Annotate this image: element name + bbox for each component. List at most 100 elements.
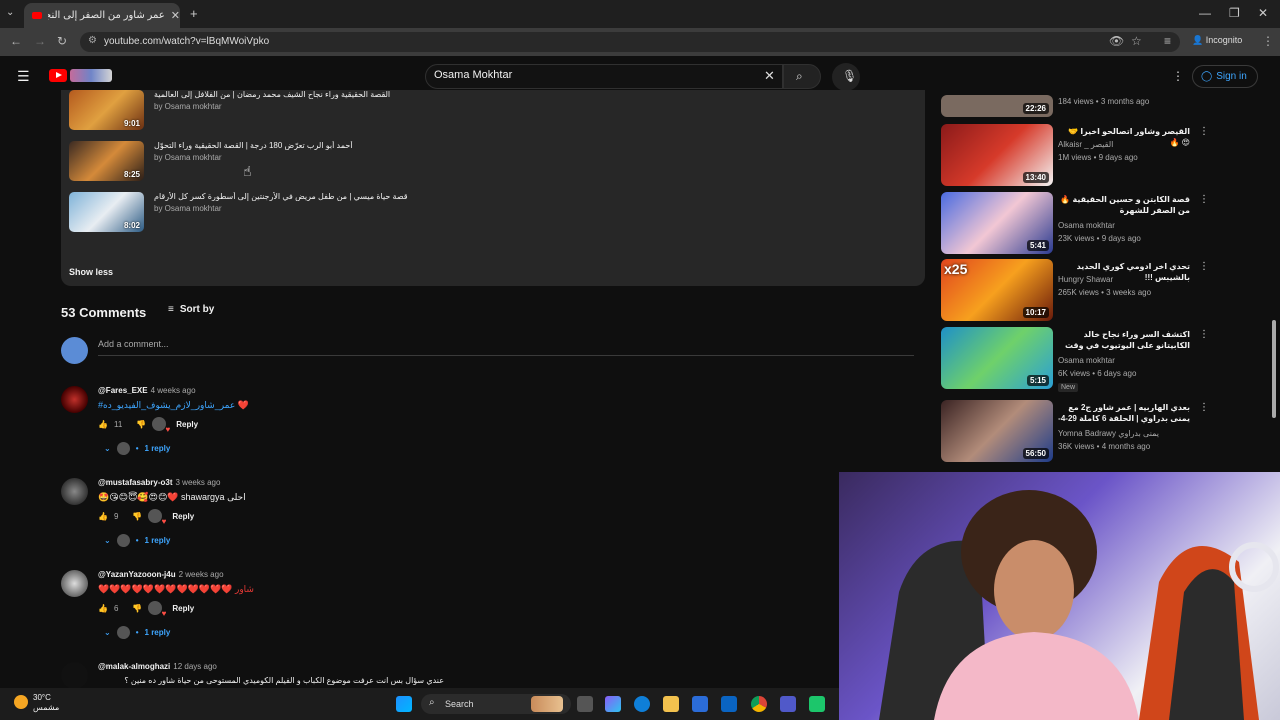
task-view-icon[interactable] <box>577 696 593 712</box>
reload-icon[interactable]: ↻ <box>57 34 67 48</box>
more-options-icon[interactable]: ⋮ <box>1199 194 1209 205</box>
file-explorer-icon[interactable] <box>663 696 679 712</box>
add-comment-input[interactable]: Add a comment... <box>98 339 914 356</box>
search-button[interactable]: ⌕ <box>783 64 821 89</box>
app-icon[interactable] <box>809 696 825 712</box>
media-controls-icon[interactable]: ≡ <box>1164 34 1171 48</box>
view-replies-button[interactable]: ⌄ • 1 reply <box>104 534 170 547</box>
teams-icon[interactable] <box>780 696 796 712</box>
store-icon[interactable] <box>692 696 708 712</box>
dislike-icon[interactable]: 👎 <box>132 604 142 613</box>
comment-author[interactable]: @Fares_EXE <box>98 386 148 395</box>
copilot-icon[interactable] <box>605 696 621 712</box>
video-title[interactable]: أحمد أبو الرب تعرّض 180 درجة | القصة الح… <box>154 141 514 150</box>
recommended-video-item[interactable]: x25 10:17 تحدي اخر ادومي كوري الحديد بال… <box>941 259 1221 321</box>
comment-time[interactable]: 4 weeks ago <box>151 386 196 395</box>
dislike-icon[interactable]: 👎 <box>136 420 146 429</box>
video-channel[interactable]: by Osama mokhtar <box>154 204 222 213</box>
comment-time[interactable]: 12 days ago <box>173 662 217 671</box>
recommended-video-item[interactable]: 5:41 قصة الكابتن و حسين الحقيقية 🔥 من ال… <box>941 192 1221 254</box>
video-title[interactable]: القصة الحقيقية وراء نجاح الشيف محمد رمضا… <box>154 90 514 99</box>
restore-icon[interactable]: ❐ <box>1229 6 1240 20</box>
comment-time[interactable]: 3 weeks ago <box>176 478 221 487</box>
comment-author[interactable]: @YazanYazooon-j4u <box>98 570 176 579</box>
forward-icon[interactable]: → <box>34 34 46 48</box>
recommended-video-item[interactable]: 5:15 اكتشف السر وراء نجاح خالد الكابيتان… <box>941 327 1221 392</box>
taskbar-search[interactable]: ⌕ Search <box>421 694 571 714</box>
commenter-avatar[interactable] <box>61 478 88 505</box>
page-scrollbar[interactable] <box>1272 320 1276 418</box>
search-box[interactable]: ✕ <box>425 64 783 89</box>
video-channel[interactable]: Osama mokhtar <box>1058 221 1115 230</box>
chrome-icon[interactable] <box>751 696 767 712</box>
close-tab-icon[interactable]: ✕ <box>171 9 180 22</box>
more-options-icon[interactable]: ⋮ <box>1199 329 1209 340</box>
recommended-video-item[interactable]: 22:26 184 views • 3 months ago <box>941 95 1221 117</box>
video-thumbnail[interactable]: 8:25 <box>69 141 144 181</box>
windows-start-icon[interactable] <box>396 696 412 712</box>
search-input[interactable] <box>434 69 734 81</box>
reply-button[interactable]: Reply <box>176 420 198 429</box>
like-icon[interactable]: 👍 <box>98 420 108 429</box>
video-thumbnail[interactable]: 56:50 <box>941 400 1053 462</box>
more-options-icon[interactable]: ⋮ <box>1199 126 1209 137</box>
commenter-avatar[interactable] <box>61 386 88 413</box>
view-replies-button[interactable]: ⌄ • 1 reply <box>104 626 170 639</box>
description-video-item[interactable]: 8:25 أحمد أبو الرب تعرّض 180 درجة | القص… <box>69 141 869 181</box>
video-thumbnail[interactable]: 8:02 <box>69 192 144 232</box>
video-thumbnail[interactable]: 13:40 <box>941 124 1053 186</box>
minimize-icon[interactable]: — <box>1199 6 1211 20</box>
close-window-icon[interactable]: ✕ <box>1258 6 1268 20</box>
comment-author[interactable]: @malak-almoghazi <box>98 662 170 671</box>
add-comment-row[interactable]: Add a comment... <box>61 337 916 365</box>
video-title[interactable]: قصة حياة ميسي | من طفل مريض في الأرجنتين… <box>154 192 514 201</box>
recommended-video-item[interactable]: 56:50 بعدي الهاربيه | عمر شاور ج2 مع يمن… <box>941 400 1221 462</box>
comment-author[interactable]: @mustafasabry-o3t <box>98 478 173 487</box>
video-title[interactable]: اكتشف السر وراء نجاح خالد الكابيتانو على… <box>1058 329 1190 353</box>
video-channel[interactable]: by Osama mokhtar <box>154 153 222 162</box>
reply-button[interactable]: Reply <box>172 512 194 521</box>
commenter-avatar[interactable] <box>61 662 88 689</box>
description-video-item[interactable]: 8:02 قصة حياة ميسي | من طفل مريض في الأر… <box>69 192 869 232</box>
browser-tab[interactable]: عمر شاور من الصفر إلى النجومية ✕ <box>24 3 180 28</box>
video-channel[interactable]: by Osama mokhtar <box>154 102 222 111</box>
video-thumbnail[interactable]: 22:26 <box>941 95 1053 117</box>
bookmark-star-icon[interactable]: ☆ <box>1131 34 1142 48</box>
video-channel[interactable]: Hungry Shawar <box>1058 275 1113 284</box>
view-replies-button[interactable]: ⌄ • 1 reply <box>104 442 170 455</box>
incognito-indicator[interactable]: 👤 Incognito <box>1192 35 1242 46</box>
back-icon[interactable]: ← <box>10 34 22 48</box>
sort-by-button[interactable]: ≡ Sort by <box>168 304 214 315</box>
video-thumbnail[interactable]: 9:01 <box>69 90 144 130</box>
weather-widget[interactable]: 30°C مشمس <box>14 693 59 713</box>
hamburger-menu-icon[interactable]: ☰ <box>17 68 30 85</box>
new-tab-icon[interactable]: + <box>190 6 198 21</box>
more-options-icon[interactable]: ⋮ <box>1199 402 1209 413</box>
video-title[interactable]: قصة الكابتن و حسين الحقيقية 🔥 من الصفر ل… <box>1058 194 1190 216</box>
more-options-icon[interactable]: ⋮ <box>1199 261 1209 272</box>
video-thumbnail[interactable]: x25 10:17 <box>941 259 1053 321</box>
description-video-item[interactable]: 9:01 القصة الحقيقية وراء نجاح الشيف محمد… <box>69 90 869 130</box>
video-thumbnail[interactable]: 5:15 <box>941 327 1053 389</box>
video-thumbnail[interactable]: 5:41 <box>941 192 1053 254</box>
outlook-icon[interactable] <box>721 696 737 712</box>
recommended-video-item[interactable]: 13:40 القيصر وشاور اتصالحو اخيرا 🤝 😍 🔥 A… <box>941 124 1221 186</box>
youtube-logo[interactable] <box>49 69 67 82</box>
video-channel[interactable]: Osama mokhtar <box>1058 356 1115 365</box>
voice-search-button[interactable]: 🎙 <box>832 63 860 91</box>
video-channel[interactable]: Yomna Badrawy يمنى بدراوي <box>1058 429 1159 438</box>
browser-menu-icon[interactable]: ⋮ <box>1262 34 1274 48</box>
like-icon[interactable]: 👍 <box>98 604 108 613</box>
eye-off-icon[interactable]: 👁 <box>1109 34 1124 48</box>
address-bar[interactable]: ⚙ youtube.com/watch?v=lBqMWoiVpko <box>80 32 1180 52</box>
comment-time[interactable]: 2 weeks ago <box>179 570 224 579</box>
settings-more-icon[interactable]: ⋮ <box>1172 69 1184 83</box>
clear-search-icon[interactable]: ✕ <box>764 68 775 84</box>
commenter-avatar[interactable] <box>61 570 88 597</box>
tab-list-icon[interactable]: ⌄ <box>6 7 14 18</box>
youtube-doodle-logo[interactable] <box>70 69 112 82</box>
dislike-icon[interactable]: 👎 <box>132 512 142 521</box>
site-info-icon[interactable]: ⚙ <box>88 35 97 46</box>
show-less-button[interactable]: Show less <box>69 267 113 277</box>
reply-button[interactable]: Reply <box>172 604 194 613</box>
